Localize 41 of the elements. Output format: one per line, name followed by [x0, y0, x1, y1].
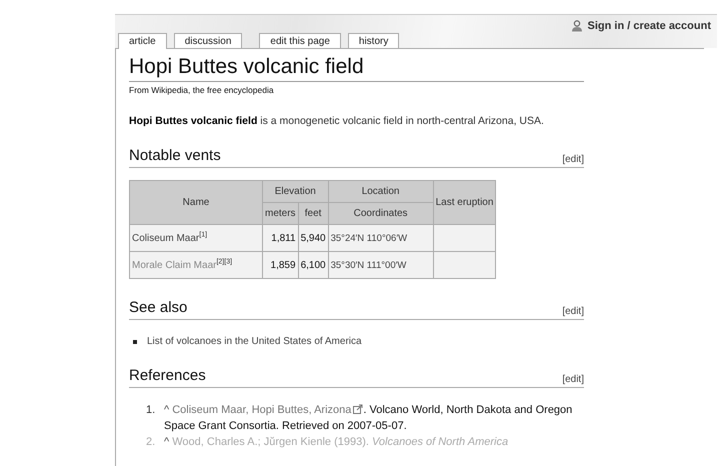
intro-paragraph: Hopi Buttes volcanic field is a monogenetic volcanic field in north-central Arizona, USA.	[129, 115, 545, 127]
page-tab[interactable]: edit this page	[259, 33, 341, 48]
table-cell: 1,859	[262, 252, 298, 278]
edit-link[interactable]: [edit]	[562, 154, 584, 165]
bullet-icon	[133, 340, 137, 344]
table-cell: 5,940	[298, 224, 328, 252]
back-link[interactable]: ^	[164, 436, 170, 448]
see-also-link[interactable]: List of volcanoes in the United States of America	[147, 336, 362, 347]
table-cell: 6,100	[298, 252, 328, 278]
reference-number: 2.	[146, 435, 156, 450]
page-subtitle: From Wikipedia, the free encyclopedia	[129, 85, 275, 95]
table-header: feet	[298, 202, 328, 224]
page-tab[interactable]: history	[348, 33, 400, 48]
edit-link[interactable]: [edit]	[562, 374, 584, 385]
page-tab[interactable]: article	[118, 33, 167, 49]
table-header: Elevation	[262, 180, 328, 202]
reference-mark[interactable]: [2][3]	[216, 258, 232, 266]
table-header: Location	[328, 180, 434, 202]
table-header: meters	[262, 202, 298, 224]
reference-number: 1.	[146, 403, 156, 418]
table-header: Coordinates	[328, 202, 434, 224]
table-header: Last eruption	[433, 180, 496, 224]
page-title: Hopi Buttes volcanic field	[129, 53, 584, 82]
section-heading: References	[129, 367, 206, 385]
section-heading: Notable vents	[129, 147, 221, 165]
reference-mark[interactable]: [1]	[199, 232, 208, 239]
reference-text: ^ Coliseum Maar, Hopi Buttes, Arizona . Volcano World, North Dakota and Oregon Space Grant Consortia. Retrieved on 2007-05-07.	[164, 403, 574, 434]
coordinates-link[interactable]: 35°30′N 111°00′W	[330, 260, 406, 270]
external-link-icon	[353, 404, 364, 414]
sign-in-link[interactable]: Sign in / create account	[588, 20, 711, 32]
back-link[interactable]: ^	[164, 404, 170, 416]
page-tab[interactable]: discussion	[174, 33, 242, 48]
table-cell: 1,811	[262, 224, 298, 252]
edit-link[interactable]: [edit]	[562, 306, 584, 317]
reference-link[interactable]: Coliseum Maar, Hopi Buttes, Arizona	[172, 404, 364, 416]
user-icon	[570, 20, 583, 32]
section-heading: See also	[129, 299, 188, 317]
vent-link[interactable]: Coliseum Maar	[132, 233, 200, 244]
table-header: Name	[130, 180, 262, 224]
reference-text: ^ Wood, Charles A.; Jŭrgen Kienle (1993). Volcanoes of North America	[164, 435, 508, 450]
coordinates-link[interactable]: 35°24′N 110°06′W	[330, 232, 408, 244]
